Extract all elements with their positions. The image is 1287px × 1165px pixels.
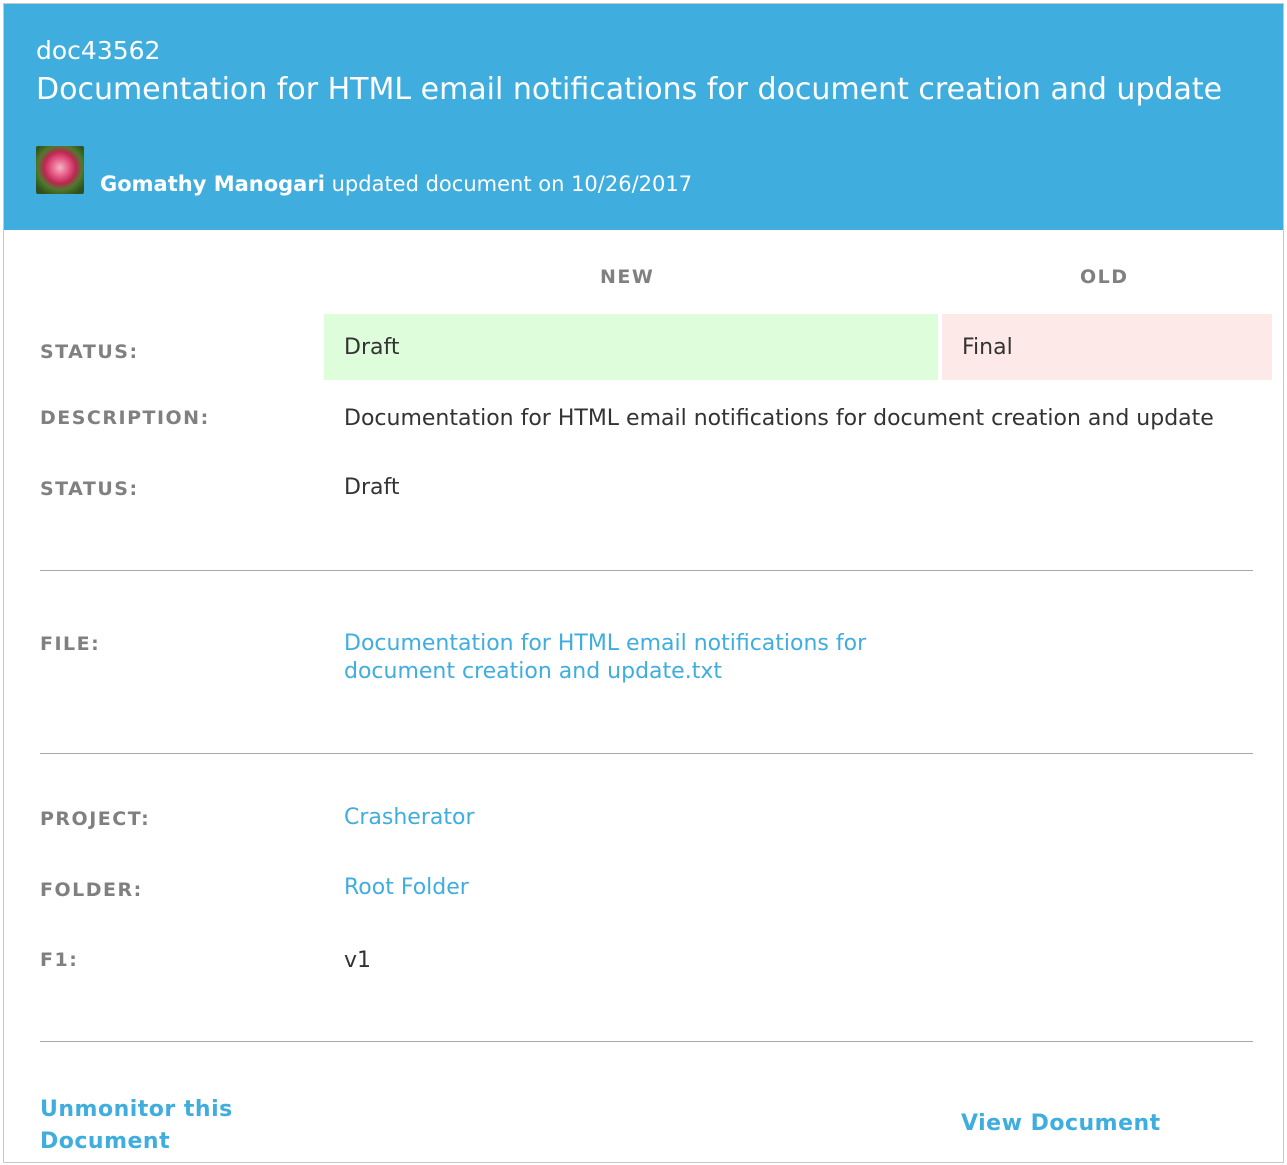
section-divider: [40, 570, 1253, 571]
new-column-header: NEW: [600, 266, 655, 288]
file-link-line2: document creation and update.txt: [344, 659, 722, 684]
unmonitor-line2: Document: [40, 1129, 171, 1154]
view-document-link[interactable]: View Document: [961, 1111, 1161, 1136]
notification-header: doc43562 Documentation for HTML email no…: [4, 4, 1283, 230]
status-old-cell: Final: [942, 314, 1272, 380]
status-label: STATUS:: [40, 478, 139, 500]
folder-link[interactable]: Root Folder: [344, 875, 469, 900]
changed-status-label: STATUS:: [40, 341, 139, 363]
document-id: doc43562: [36, 36, 161, 65]
user-avatar: [36, 146, 84, 194]
notification-card: doc43562 Documentation for HTML email no…: [3, 3, 1284, 1163]
f1-value: v1: [344, 948, 372, 973]
f1-label: F1:: [40, 949, 79, 971]
file-link-line1: Documentation for HTML email notificatio…: [344, 631, 867, 656]
status-new-cell: Draft: [324, 314, 938, 380]
status-new-value: Draft: [344, 335, 400, 360]
user-name: Gomathy Manogari: [100, 172, 325, 196]
project-link[interactable]: Crasherator: [344, 805, 475, 830]
section-divider: [40, 753, 1253, 754]
status-value: Draft: [344, 475, 400, 500]
description-value: Documentation for HTML email notificatio…: [344, 406, 1214, 431]
update-info: Gomathy Manogari updated document on 10/…: [100, 172, 692, 196]
file-label: FILE:: [40, 633, 101, 655]
folder-label: FOLDER:: [40, 879, 143, 901]
old-column-header: OLD: [1080, 266, 1129, 288]
section-divider: [40, 1041, 1253, 1042]
unmonitor-line1: Unmonitor this: [40, 1097, 233, 1122]
description-label: DESCRIPTION:: [40, 407, 210, 429]
update-action-text: updated document on 10/26/2017: [331, 172, 693, 196]
status-old-value: Final: [962, 335, 1013, 360]
document-title: Documentation for HTML email notificatio…: [36, 72, 1223, 107]
file-link[interactable]: Documentation for HTML email notificatio…: [344, 630, 944, 686]
project-label: PROJECT:: [40, 808, 151, 830]
unmonitor-document-link[interactable]: Unmonitor this Document: [40, 1094, 233, 1158]
